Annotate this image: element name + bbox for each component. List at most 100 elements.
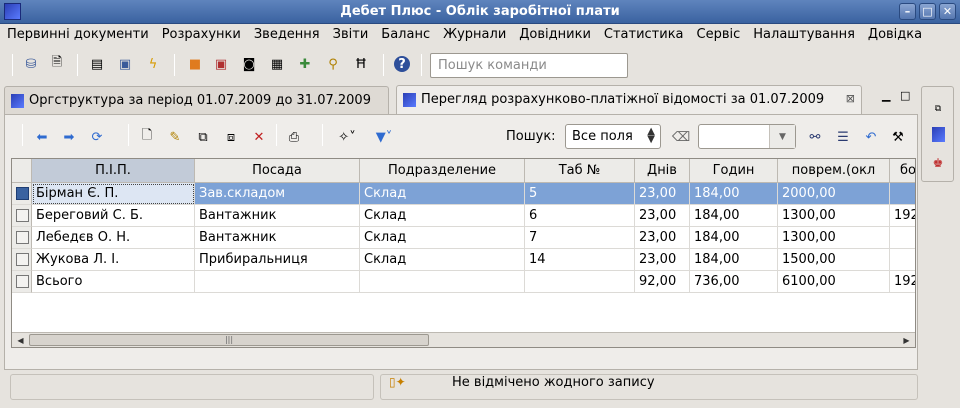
list-icon[interactable]: ☰ — [834, 128, 852, 146]
table-cell[interactable]: 6 — [525, 205, 635, 227]
eraser-icon[interactable]: ⌫ — [672, 128, 690, 146]
search-icon[interactable]: ⚲ — [324, 55, 342, 73]
column-header[interactable]: поврем.(окл — [778, 159, 890, 183]
table-cell[interactable]: 1500,00 — [778, 249, 890, 271]
table-cell[interactable] — [525, 271, 635, 293]
close-tab-icon[interactable]: ⊠ — [846, 92, 855, 105]
restore-icon[interactable]: ⧉ — [930, 101, 946, 117]
search-input[interactable]: ▼ — [698, 124, 796, 149]
column-header[interactable]: П.І.П. — [32, 159, 195, 183]
tools-icon[interactable]: Ħ — [352, 55, 370, 73]
search-scope-select[interactable]: Все поля ▲ ▼ — [565, 124, 661, 149]
menu-item-help[interactable]: Довідка — [861, 24, 928, 42]
maximize-panel-icon[interactable]: □ — [900, 89, 910, 102]
table-cell[interactable]: 23,00 — [635, 227, 690, 249]
refresh-icon[interactable]: ⟳ — [88, 128, 106, 146]
menu-item-primary-docs[interactable]: Первинні документи — [0, 24, 155, 42]
filter-icon[interactable]: ▼˅ — [370, 128, 398, 146]
hammer-icon[interactable]: ⚒ — [889, 128, 907, 146]
table-cell[interactable] — [195, 271, 360, 293]
scroll-right-icon[interactable]: ▶ — [899, 333, 914, 347]
table-cell[interactable]: 1300,00 — [778, 205, 890, 227]
table-cell[interactable]: 6100,00 — [778, 271, 890, 293]
orange-square-icon[interactable]: ■ — [186, 55, 204, 73]
help-icon[interactable]: ? — [394, 56, 410, 72]
table-row[interactable]: Жукова Л. І. Прибиральниця Склад 14 23,0… — [12, 249, 915, 271]
arrow-left-icon[interactable]: ⬅ — [33, 128, 51, 146]
new-icon[interactable]: 🗋 — [138, 128, 156, 146]
table-cell[interactable]: 184,00 — [690, 249, 778, 271]
table-cell[interactable]: 14 — [525, 249, 635, 271]
command-search-input[interactable]: Пошук команди — [430, 53, 628, 78]
menu-item-service[interactable]: Сервіс — [690, 24, 747, 42]
column-header[interactable]: Днів — [635, 159, 690, 183]
table-cell[interactable]: Всього — [32, 271, 195, 293]
table-cell[interactable]: 184,00 — [690, 205, 778, 227]
table-cell[interactable]: 7 — [525, 227, 635, 249]
table-cell[interactable]: 92,00 — [635, 271, 690, 293]
edit-icon[interactable]: ✎ — [166, 128, 184, 146]
minimize-icon[interactable]: – — [899, 3, 916, 20]
table-cell[interactable]: Береговий С. Б. — [32, 205, 195, 227]
table-cell[interactable]: 5 — [525, 183, 635, 205]
calendar-icon[interactable]: ▦ — [268, 55, 286, 73]
column-header[interactable]: Годин — [690, 159, 778, 183]
table-cell[interactable]: 1300,00 — [778, 227, 890, 249]
table-cell[interactable] — [890, 183, 915, 205]
row-checkbox[interactable] — [12, 271, 32, 293]
monitor-icon[interactable]: ▣ — [116, 55, 134, 73]
tab-payroll-statement[interactable]: Перегляд розрахунково-платіжної відомост… — [396, 85, 862, 115]
new-document-icon[interactable]: 🗎 — [48, 55, 66, 73]
tab-org-structure[interactable]: Оргструктура за період 01.07.2009 до 31.… — [4, 86, 389, 114]
menu-item-calculations[interactable]: Розрахунки — [155, 24, 247, 42]
export-icon[interactable]: ⧈ — [222, 128, 240, 146]
camera-icon[interactable]: ◙ — [240, 55, 258, 73]
table-row[interactable]: Береговий С. Б. Вантажник Склад 6 23,00 … — [12, 205, 915, 227]
table-cell[interactable] — [890, 227, 915, 249]
row-checkbox[interactable] — [12, 205, 32, 227]
column-header[interactable]: бо — [890, 159, 915, 183]
menu-item-journals[interactable]: Журнали — [436, 24, 512, 42]
table-row[interactable]: Лебедєв О. Н. Вантажник Склад 7 23,00 18… — [12, 227, 915, 249]
wand-icon[interactable]: ✧˅ — [333, 128, 361, 146]
row-checkbox[interactable] — [12, 183, 32, 205]
table-cell[interactable]: 184,00 — [690, 227, 778, 249]
table-cell[interactable]: Лебедєв О. Н. — [32, 227, 195, 249]
close-icon[interactable]: ✕ — [939, 3, 956, 20]
row-checkbox[interactable] — [12, 249, 32, 271]
menu-item-directories[interactable]: Довідники — [512, 24, 597, 42]
column-header[interactable]: Посада — [195, 159, 360, 183]
column-header[interactable]: Подразделение — [360, 159, 525, 183]
copy-icon[interactable]: ⧉ — [194, 128, 212, 146]
row-checkbox[interactable] — [12, 227, 32, 249]
table-cell[interactable]: Жукова Л. І. — [32, 249, 195, 271]
table-cell[interactable]: Склад — [360, 183, 525, 205]
table-cell[interactable]: Склад — [360, 249, 525, 271]
table-cell[interactable]: Зав.складом — [195, 183, 360, 205]
print-icon[interactable]: ⎙ — [285, 128, 303, 146]
delete-icon[interactable]: ✕ — [250, 128, 268, 146]
table-cell[interactable]: 192 — [890, 271, 915, 293]
horizontal-scrollbar[interactable]: ◀ ||| ▶ — [12, 332, 915, 347]
lightning-icon[interactable]: ϟ — [144, 55, 162, 73]
table-cell[interactable]: 184,00 — [690, 183, 778, 205]
users-icon[interactable]: ♚ — [930, 155, 946, 171]
table-cell[interactable]: 736,00 — [690, 271, 778, 293]
table-row-total[interactable]: Всього 92,00 736,00 6100,00 192 — [12, 271, 915, 293]
scroll-left-icon[interactable]: ◀ — [13, 333, 28, 347]
table-cell[interactable]: 192 — [890, 205, 915, 227]
table-cell[interactable]: Прибиральниця — [195, 249, 360, 271]
menu-item-settings[interactable]: Налаштування — [746, 24, 861, 42]
minimize-panel-icon[interactable]: ▁ — [882, 89, 890, 102]
chevron-down-icon[interactable]: ▼ — [769, 125, 795, 148]
table-cell[interactable] — [890, 249, 915, 271]
menu-item-statistics[interactable]: Статистика — [597, 24, 690, 42]
table-cell[interactable]: 23,00 — [635, 183, 690, 205]
table-cell[interactable]: Склад — [360, 205, 525, 227]
table-cell[interactable]: 23,00 — [635, 249, 690, 271]
table-cell[interactable]: Вантажник — [195, 227, 360, 249]
column-header[interactable]: Таб № — [525, 159, 635, 183]
table-cell[interactable]: 2000,00 — [778, 183, 890, 205]
arrow-right-icon[interactable]: ➡ — [60, 128, 78, 146]
undo-icon[interactable]: ↶ — [862, 128, 880, 146]
